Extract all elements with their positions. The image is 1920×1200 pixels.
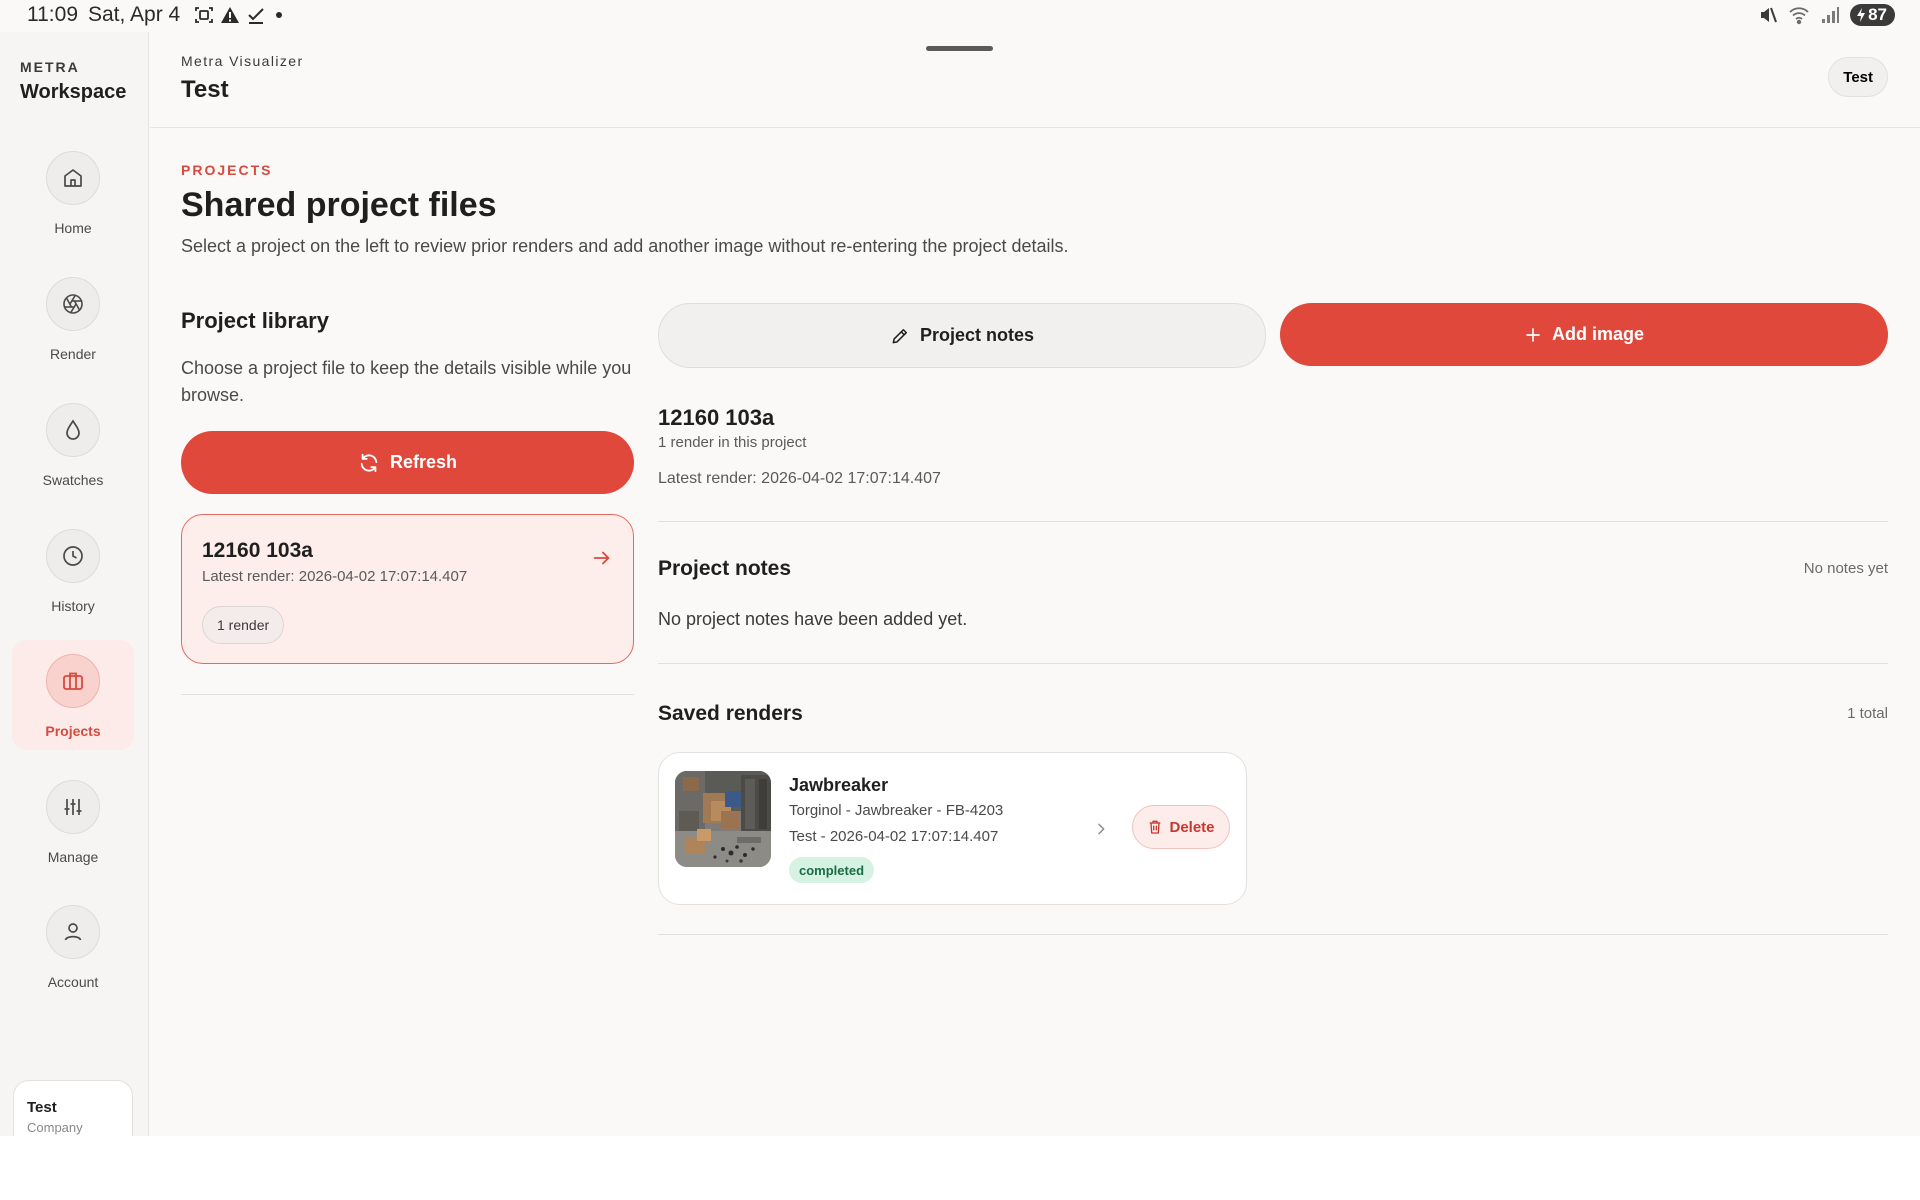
briefcase-icon bbox=[63, 672, 83, 690]
project-notes-button-label: Project notes bbox=[919, 325, 1035, 345]
project-notes-button[interactable]: Project notes bbox=[658, 303, 1266, 368]
project-card-name: 12160 103a bbox=[202, 539, 313, 562]
notes-section-meta: No notes yet bbox=[1803, 560, 1888, 577]
renders-section-meta: 1 total bbox=[1847, 705, 1888, 722]
battery-level: 87 bbox=[1868, 5, 1887, 24]
plus-icon bbox=[1526, 327, 1540, 342]
nav-icon-circle bbox=[46, 780, 100, 834]
library-description: Choose a project file to keep the detail… bbox=[181, 358, 632, 405]
status-bar-right: 87 bbox=[1758, 4, 1895, 26]
render-product: Torginol - Jawbreaker - FB-4203 bbox=[789, 802, 1004, 819]
render-count-badge: 1 render bbox=[202, 606, 285, 644]
renders-section-title: Saved renders bbox=[658, 702, 803, 725]
top-header: Metra Visualizer Test Test bbox=[150, 32, 1920, 128]
status-badge: completed bbox=[789, 857, 875, 883]
project-latest-render: Latest render: 2026-04-02 17:07:14.407 bbox=[658, 470, 941, 487]
sidebar-user-card[interactable]: Test Company bbox=[13, 1080, 133, 1136]
nav-icon-circle bbox=[46, 277, 100, 331]
status-date: Sat, Apr 4 bbox=[88, 3, 181, 26]
brand-name: METRA bbox=[20, 59, 80, 75]
nav-icon-circle bbox=[46, 905, 100, 959]
user-card-name: Test bbox=[27, 1099, 57, 1116]
sidebar-item-swatches[interactable]: Swatches bbox=[12, 389, 134, 499]
arrow-right-icon bbox=[593, 551, 610, 565]
status-bar-left: 11:09 Sat, Apr 4 bbox=[27, 3, 286, 27]
page-eyebrow: PROJECTS bbox=[181, 162, 273, 178]
sidebar-item-projects[interactable]: Projects bbox=[12, 640, 134, 750]
warning-icon bbox=[221, 7, 240, 23]
sidebar-item-label: History bbox=[51, 598, 95, 614]
sidebar-item-home[interactable]: Home bbox=[12, 137, 134, 247]
app-title: Test bbox=[181, 76, 229, 103]
dot-icon bbox=[276, 12, 283, 18]
status-notification-icons bbox=[194, 5, 286, 25]
pencil-icon bbox=[892, 328, 907, 343]
section-divider bbox=[658, 934, 1888, 935]
render-meta: Test - 2026-04-02 17:07:14.407 bbox=[789, 828, 999, 845]
sidebar: METRA Workspace Home Render Swatches His… bbox=[0, 32, 149, 1136]
refresh-icon bbox=[360, 453, 378, 472]
library-divider bbox=[181, 694, 634, 695]
screenshot-icon bbox=[195, 7, 214, 23]
sidebar-item-render[interactable]: Render bbox=[12, 263, 134, 373]
sidebar-item-label: Render bbox=[50, 346, 96, 362]
user-icon bbox=[64, 923, 82, 941]
library-title: Project library bbox=[181, 308, 329, 333]
sidebar-item-label: Account bbox=[47, 974, 99, 990]
add-image-button-label: Add image bbox=[1551, 324, 1644, 344]
page-title: Shared project files bbox=[181, 186, 497, 224]
nav-icon-circle bbox=[46, 151, 100, 205]
signal-icon bbox=[1822, 7, 1840, 23]
section-divider bbox=[658, 521, 1888, 522]
project-card-latest: Latest render: 2026-04-02 17:07:14.407 bbox=[202, 568, 468, 585]
delete-button-label: Delete bbox=[1169, 818, 1215, 836]
nav-icon-circle bbox=[46, 403, 100, 457]
render-name: Jawbreaker bbox=[789, 775, 889, 795]
app-screen: 11:09 Sat, Apr 4 87 METRA Workspace Home… bbox=[0, 0, 1920, 1136]
render-thumbnail bbox=[675, 771, 771, 867]
sidebar-item-label: Swatches bbox=[42, 472, 104, 488]
aperture-icon bbox=[63, 294, 83, 314]
clock-icon bbox=[63, 546, 83, 566]
sidebar-item-history[interactable]: History bbox=[12, 515, 134, 625]
nav-icon-circle bbox=[46, 529, 100, 583]
mute-icon bbox=[1761, 7, 1778, 23]
user-card-company: Company bbox=[27, 1120, 83, 1135]
refresh-button-label: Refresh bbox=[389, 452, 458, 472]
sidebar-item-manage[interactable]: Manage bbox=[12, 766, 134, 876]
delete-render-button[interactable]: Delete bbox=[1132, 805, 1230, 849]
wifi-icon bbox=[1789, 7, 1809, 25]
page-description: Select a project on the left to review p… bbox=[181, 236, 1069, 256]
section-divider bbox=[658, 663, 1888, 664]
project-detail-name: 12160 103a bbox=[658, 405, 775, 430]
notes-empty-text: No project notes have been added yet. bbox=[658, 609, 968, 629]
droplet-icon bbox=[66, 419, 80, 440]
refresh-button[interactable]: Refresh bbox=[181, 431, 634, 494]
project-render-count: 1 render in this project bbox=[658, 434, 807, 451]
nav-icon-circle bbox=[46, 654, 100, 708]
chevron-right-icon[interactable] bbox=[1093, 821, 1109, 837]
add-image-button[interactable]: Add image bbox=[1280, 303, 1888, 366]
battery-icon: 87 bbox=[1850, 4, 1895, 26]
sliders-icon bbox=[64, 799, 82, 815]
check-icon bbox=[248, 8, 264, 24]
user-menu-button[interactable]: Test bbox=[1828, 57, 1888, 97]
status-time: 11:09 bbox=[27, 3, 78, 26]
render-card[interactable]: Jawbreaker Torginol - Jawbreaker - FB-42… bbox=[658, 752, 1247, 905]
sidebar-item-label: Projects bbox=[45, 723, 101, 739]
notes-section-title: Project notes bbox=[658, 557, 792, 580]
trash-icon bbox=[1150, 820, 1161, 834]
sidebar-item-account[interactable]: Account bbox=[12, 891, 134, 1001]
app-subtitle: Metra Visualizer bbox=[181, 53, 304, 69]
home-icon bbox=[64, 169, 82, 187]
project-card[interactable]: 12160 103a Latest render: 2026-04-02 17:… bbox=[181, 514, 634, 664]
sidebar-item-label: Manage bbox=[47, 849, 99, 865]
drag-handle[interactable] bbox=[926, 46, 993, 51]
sidebar-item-label: Home bbox=[54, 220, 92, 236]
brand-workspace: Workspace bbox=[20, 81, 127, 103]
status-bar: 11:09 Sat, Apr 4 87 bbox=[0, 0, 1920, 32]
